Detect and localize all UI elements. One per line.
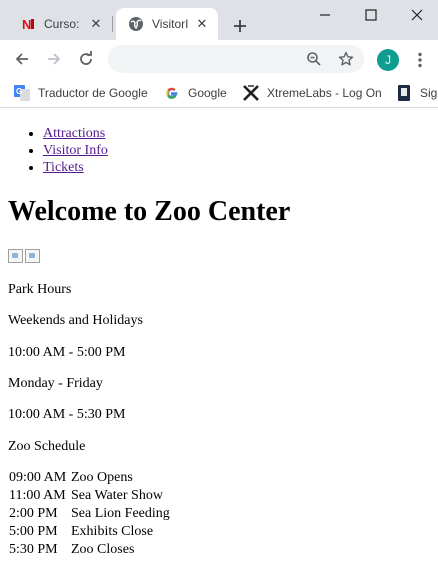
address-bar[interactable] [108, 45, 364, 73]
schedule-table: 09:00 AM Zoo Opens 11:00 AM Sea Water Show… [9, 469, 174, 559]
tab-title: Curso: [44, 17, 80, 31]
svg-text:G: G [16, 87, 22, 96]
schedule-event: Sea Water Show [71, 488, 163, 503]
schedule-time: 2:00 PM [9, 506, 58, 521]
bookmark-google[interactable]: Google [164, 82, 227, 104]
schedule-time: 5:30 PM [9, 542, 58, 557]
weekends-label: Weekends and Holidays [8, 313, 143, 328]
table-row: 11:00 AM Sea Water Show [9, 487, 174, 505]
bookmark-label: XtremeLabs - Log On [267, 86, 382, 100]
broken-image-icon [25, 249, 40, 263]
bookmarks-bar: G Traductor de Google Google XtremeLabs … [0, 78, 438, 108]
zoom-icon[interactable] [304, 49, 324, 69]
window-close-button[interactable] [394, 0, 438, 30]
page-title: Welcome to Zoo Center [8, 196, 291, 227]
broken-image-icon [8, 249, 23, 263]
nav-link-tickets[interactable]: Tickets [43, 160, 84, 175]
schedule-event: Sea Lion Feeding [71, 506, 170, 521]
avatar[interactable]: J [377, 49, 399, 71]
bookmark-label: Google [188, 86, 227, 100]
nav-item: Visitor Info [43, 142, 108, 159]
google-g-icon [164, 85, 180, 101]
table-row: 5:30 PM Zoo Closes [9, 541, 174, 559]
reload-icon [80, 51, 92, 65]
new-tab-button[interactable] [226, 12, 254, 40]
weekdays-hours: 10:00 AM - 5:30 PM [8, 407, 126, 422]
schedule-title: Zoo Schedule [8, 439, 86, 454]
arrow-right-icon [48, 53, 61, 65]
reload-button[interactable] [72, 45, 100, 73]
bookmark-label: Traductor de Google [38, 86, 148, 100]
star-icon[interactable] [336, 49, 356, 69]
schedule-event: Zoo Opens [71, 470, 133, 485]
tab-curso[interactable]: N Curso: ✕ [8, 8, 112, 40]
back-button[interactable] [8, 45, 36, 73]
bookmark-xtremelabs[interactable]: XtremeLabs - Log On [243, 82, 382, 104]
site-nav: Attractions Visitor Info Tickets [43, 125, 108, 176]
table-row: 5:00 PM Exhibits Close [9, 523, 174, 541]
tab-divider [112, 16, 113, 32]
nav-item: Attractions [43, 125, 108, 142]
tab-visitor-info[interactable]: VisitorI ✕ [116, 8, 218, 40]
close-icon[interactable]: ✕ [88, 16, 104, 32]
table-row: 09:00 AM Zoo Opens [9, 469, 174, 487]
bookmark-icon [396, 85, 412, 101]
bookmark-traductor[interactable]: G Traductor de Google [14, 82, 148, 104]
nav-link-visitor-info[interactable]: Visitor Info [43, 143, 108, 158]
forward-button[interactable] [40, 45, 68, 73]
google-translate-icon: G [14, 85, 30, 101]
page-content: Attractions Visitor Info Tickets Welcome… [0, 109, 438, 563]
nav-item: Tickets [43, 159, 108, 176]
weekdays-label: Monday - Friday [8, 376, 103, 391]
maximize-button[interactable] [348, 0, 394, 30]
schedule-event: Zoo Closes [71, 542, 135, 557]
close-icon[interactable]: ✕ [194, 16, 210, 32]
minimize-button[interactable] [302, 0, 348, 30]
more-menu-icon[interactable] [410, 49, 430, 71]
globe-icon [128, 16, 144, 32]
weekends-hours: 10:00 AM - 5:00 PM [8, 345, 126, 360]
svg-text:N: N [22, 17, 31, 31]
schedule-time: 5:00 PM [9, 524, 58, 539]
netflix-n-icon: N [20, 16, 36, 32]
arrow-left-icon [15, 53, 28, 65]
browser-toolbar: J [0, 40, 438, 78]
park-hours-title: Park Hours [8, 282, 72, 297]
table-row: 2:00 PM Sea Lion Feeding [9, 505, 174, 523]
nav-link-attractions[interactable]: Attractions [43, 126, 105, 141]
tab-title: VisitorI [152, 17, 189, 31]
schedule-event: Exhibits Close [71, 524, 154, 539]
schedule-time: 09:00 AM [9, 470, 67, 485]
bookmark-sign[interactable]: Sign [396, 82, 438, 104]
xtremelabs-icon [243, 85, 259, 101]
schedule-time: 11:00 AM [9, 488, 66, 503]
bookmark-label: Sign [420, 86, 438, 100]
browser-titlebar: N Curso: ✕ VisitorI ✕ [0, 0, 438, 40]
